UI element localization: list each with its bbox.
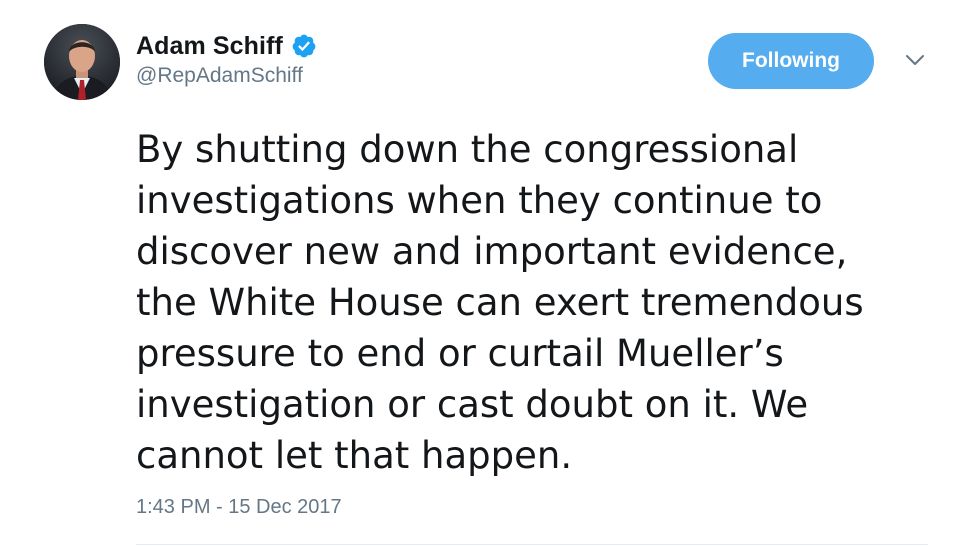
tweet-text: By shutting down the congressional inves…	[136, 128, 864, 477]
chevron-down-icon[interactable]	[902, 50, 928, 70]
verified-badge-icon	[292, 34, 316, 58]
avatar-photo	[44, 24, 120, 100]
display-name-row: Adam Schiff	[136, 30, 317, 62]
display-name[interactable]: Adam Schiff	[136, 32, 283, 61]
following-button[interactable]: Following	[708, 33, 874, 89]
avatar[interactable]	[44, 24, 120, 100]
tweet-timestamp[interactable]: 1:43 PM - 15 Dec 2017	[136, 496, 342, 519]
author-block: Adam Schiff @RepAdamSchiff	[136, 30, 317, 88]
author-handle[interactable]: @RepAdamSchiff	[136, 64, 317, 88]
divider	[136, 544, 928, 545]
